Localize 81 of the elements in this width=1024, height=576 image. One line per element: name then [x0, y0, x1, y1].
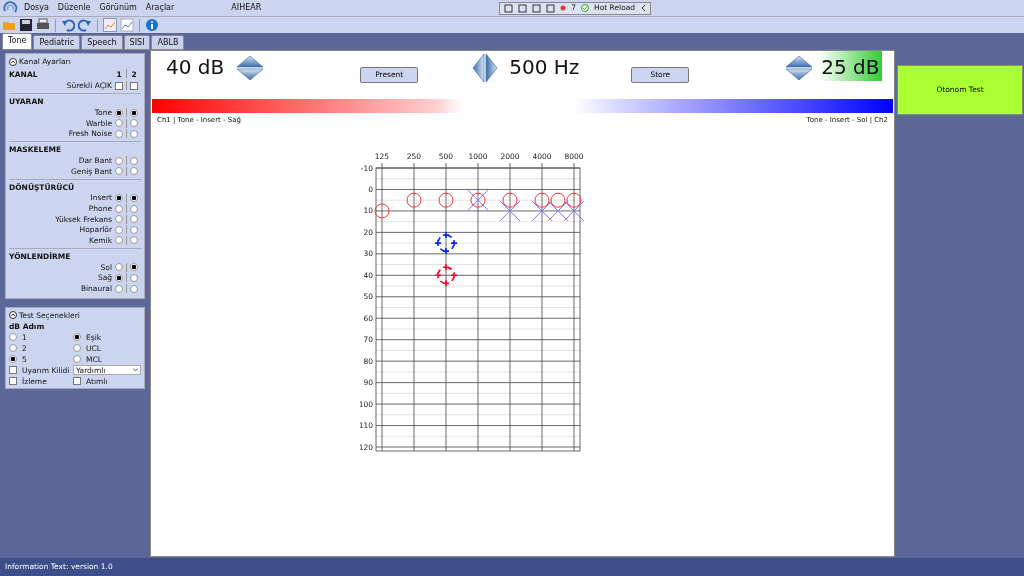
chevron-left-icon[interactable]: [640, 4, 647, 12]
right-ear-marker: [534, 192, 550, 208]
redo-icon[interactable]: [78, 18, 92, 32]
print-icon[interactable]: [36, 18, 50, 32]
radio-button[interactable]: [115, 215, 123, 224]
check-icon: [581, 4, 590, 12]
radio-button[interactable]: [130, 236, 138, 245]
tab[interactable]: Tone: [2, 33, 33, 50]
collapse-icon[interactable]: [9, 311, 17, 320]
right-ear-marker: [406, 192, 422, 208]
radio-button[interactable]: [130, 273, 138, 282]
radio-button[interactable]: [73, 333, 81, 342]
error-icon: [560, 5, 567, 11]
save-icon[interactable]: [19, 18, 33, 32]
radio-button[interactable]: [130, 215, 138, 224]
tab[interactable]: Speech: [81, 35, 123, 50]
left-ear-marker: [547, 199, 569, 221]
left-ear-marker: [563, 199, 585, 221]
frequency-readout: 500 Hz: [509, 55, 580, 79]
menu-item[interactable]: Görünüm: [99, 2, 137, 14]
radio-button[interactable]: [115, 108, 123, 117]
collapse-icon[interactable]: [9, 57, 17, 66]
radio-button[interactable]: [115, 129, 123, 138]
menu-item[interactable]: Araçlar: [145, 2, 175, 14]
menu-item[interactable]: Düzenle: [57, 2, 91, 14]
app-logo-icon: [2, 1, 18, 15]
left-ear-marker: [499, 199, 521, 221]
radio-button[interactable]: [9, 333, 17, 342]
radio-button[interactable]: [115, 225, 123, 234]
left-right-arrows-icon[interactable]: [472, 53, 499, 83]
chart-icon[interactable]: [120, 18, 134, 32]
caret-icon: [133, 368, 138, 373]
up-down-arrows-icon[interactable]: [236, 55, 265, 81]
tab[interactable]: SISI: [123, 35, 151, 50]
radio-button[interactable]: [130, 225, 138, 234]
radio-button[interactable]: [115, 263, 123, 272]
radio-button[interactable]: [130, 129, 138, 138]
right-ear-marker: [374, 202, 390, 218]
menu-item[interactable]: Dosya: [24, 2, 49, 14]
radio-button[interactable]: [130, 119, 138, 128]
radio-button[interactable]: [115, 236, 123, 245]
tab[interactable]: Pediatric: [33, 35, 81, 50]
radio-button[interactable]: [130, 108, 138, 117]
right-ear-marker: [550, 192, 566, 208]
radio-button[interactable]: [9, 355, 17, 364]
radio-button[interactable]: [115, 284, 123, 293]
tab[interactable]: ABLB: [151, 35, 185, 50]
level-readout: 40 dB: [166, 55, 225, 79]
radio-button[interactable]: [130, 167, 138, 176]
level-readout: 25 dB: [819, 51, 882, 81]
stimulus-marker: [434, 263, 458, 287]
undo-icon[interactable]: [61, 18, 75, 32]
right-ear-marker: [566, 192, 582, 208]
window-title: AIHEAR: [231, 2, 262, 14]
checkbox[interactable]: [9, 377, 17, 386]
radio-button[interactable]: [115, 204, 123, 213]
radio-button[interactable]: [73, 344, 81, 353]
up-down-arrows-icon[interactable]: [785, 55, 814, 81]
radio-button[interactable]: [115, 119, 123, 128]
radio-button[interactable]: [73, 355, 81, 364]
radio-button[interactable]: [130, 156, 138, 165]
checkbox[interactable]: [115, 81, 123, 90]
left-ear-marker: [531, 199, 553, 221]
checkbox[interactable]: [130, 81, 138, 90]
radio-button[interactable]: [9, 344, 17, 353]
square-icon[interactable]: [532, 3, 542, 13]
radio-button[interactable]: [130, 284, 138, 293]
chart-icon[interactable]: [103, 18, 117, 32]
info-icon[interactable]: [145, 18, 159, 32]
stimulus-marker: [434, 230, 458, 255]
radio-button[interactable]: [115, 194, 123, 203]
radio-button[interactable]: [130, 263, 138, 272]
radio-button[interactable]: [130, 204, 138, 213]
radio-button[interactable]: [115, 273, 123, 282]
right-ear-marker: [438, 192, 454, 208]
checkbox[interactable]: [73, 377, 81, 386]
right-ear-marker: [502, 192, 518, 208]
checkbox[interactable]: [9, 366, 17, 375]
radio-button[interactable]: [130, 194, 138, 203]
radio-button[interactable]: [115, 156, 123, 165]
radio-button[interactable]: [115, 167, 123, 176]
